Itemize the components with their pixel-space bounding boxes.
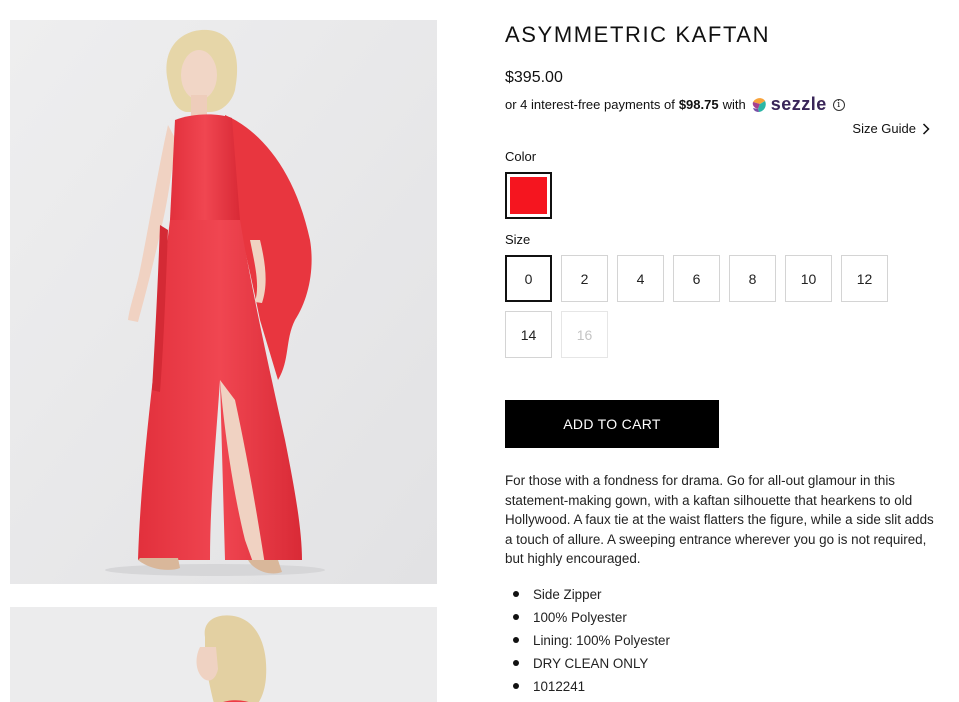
feature-text: Side Zipper [533, 586, 602, 602]
bullet-icon [513, 660, 519, 666]
product-title: ASYMMETRIC KAFTAN [505, 22, 771, 47]
feature-text: 1012241 [533, 678, 586, 694]
installment-info: or 4 interest-free payments of $98.75 wi… [505, 94, 935, 115]
product-gallery [10, 20, 437, 702]
sezzle-logo-icon [752, 97, 766, 112]
size-option-14[interactable]: 14 [505, 311, 552, 358]
size-option-4[interactable]: 4 [617, 255, 664, 302]
size-option-0[interactable]: 0 [505, 255, 552, 302]
size-option-12[interactable]: 12 [841, 255, 888, 302]
feature-item: Lining: 100% Polyester [505, 629, 935, 652]
size-options: 0 2 4 6 8 10 12 14 16 [505, 255, 895, 358]
sezzle-logo[interactable]: sezzle [750, 94, 827, 115]
feature-item: Side Zipper [505, 583, 935, 606]
product-image-main[interactable] [10, 20, 437, 584]
product-image-secondary[interactable] [10, 607, 437, 702]
size-option-2[interactable]: 2 [561, 255, 608, 302]
feature-item: 1012241 [505, 675, 935, 698]
feature-text: DRY CLEAN ONLY [533, 655, 649, 671]
installment-suffix: with [722, 97, 746, 112]
bullet-icon [513, 614, 519, 620]
size-option-8[interactable]: 8 [729, 255, 776, 302]
size-guide-label: Size Guide [852, 121, 916, 136]
size-option-10[interactable]: 10 [785, 255, 832, 302]
feature-text: Lining: 100% Polyester [533, 632, 670, 648]
color-label: Color [505, 149, 537, 164]
product-details: ASYMMETRIC KAFTAN $395.00 or 4 interest-… [505, 20, 935, 698]
feature-list: Side Zipper 100% Polyester Lining: 100% Po… [505, 583, 935, 698]
installment-amount: $98.75 [678, 97, 719, 112]
bullet-icon [513, 591, 519, 597]
bullet-icon [513, 637, 519, 643]
product-description: For those with a fondness for drama. Go … [505, 473, 934, 566]
feature-item: DRY CLEAN ONLY [505, 652, 935, 675]
feature-text: 100% Polyester [533, 609, 627, 625]
sezzle-wordmark: sezzle [770, 94, 827, 114]
add-to-cart-button[interactable]: ADD TO CART [505, 400, 719, 448]
color-swatch-fill [510, 177, 547, 214]
product-price: $395.00 [505, 69, 563, 86]
chevron-right-icon [922, 122, 930, 135]
installment-prefix: or 4 interest-free payments of [505, 97, 675, 112]
size-label: Size [505, 232, 531, 247]
bullet-icon [513, 683, 519, 689]
size-guide-link[interactable]: Size Guide [852, 121, 930, 136]
size-option-16: 16 [561, 311, 608, 358]
info-icon[interactable]: i [832, 98, 845, 111]
feature-item: 100% Polyester [505, 606, 935, 629]
color-swatch-red[interactable] [505, 172, 552, 219]
size-option-6[interactable]: 6 [673, 255, 720, 302]
